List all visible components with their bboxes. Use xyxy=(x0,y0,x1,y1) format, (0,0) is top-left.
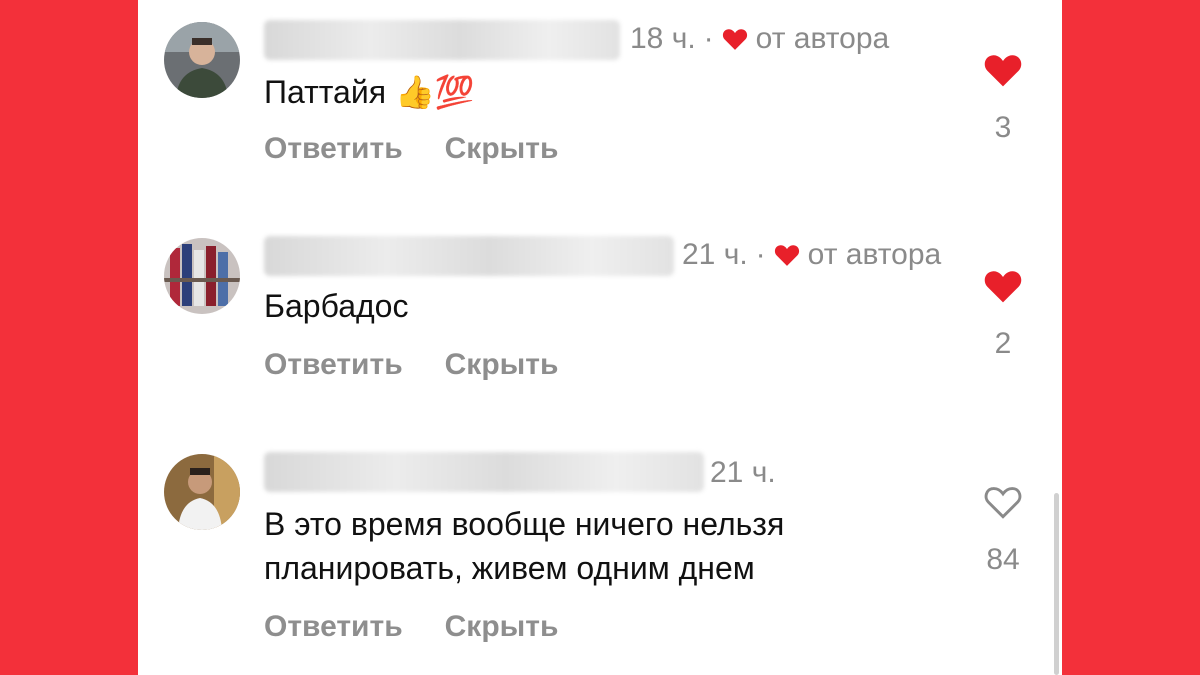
username-blurred[interactable] xyxy=(264,20,620,60)
meta-separator: · xyxy=(703,22,714,55)
hide-button[interactable]: Скрыть xyxy=(445,610,559,644)
comment-meta: 21 ч. · от автора xyxy=(682,238,941,272)
hide-button[interactable]: Скрыть xyxy=(445,132,559,166)
comment-text: Барбадос xyxy=(264,288,409,324)
comment-actions: Ответить Скрыть xyxy=(264,348,558,382)
comment-actions: Ответить Скрыть xyxy=(264,132,558,166)
comment-item: 21 ч. В это время вообще ничего нельзя п… xyxy=(138,432,1062,675)
reply-button[interactable]: Ответить xyxy=(264,132,403,166)
comment-text-line: планировать, живем одним днем xyxy=(264,550,755,586)
author-heart-icon xyxy=(774,243,800,267)
comment-item: 18 ч. · от автора Паттайя 👍💯 Ответить Ск… xyxy=(138,0,1062,200)
comment-text: Паттайя 👍💯 xyxy=(264,74,475,110)
scrollbar[interactable] xyxy=(1054,493,1059,675)
reply-button[interactable]: Ответить xyxy=(264,610,403,644)
comment-time: 21 ч. xyxy=(710,456,776,489)
like-control: 2 xyxy=(978,268,1028,361)
comment-time: 21 ч. xyxy=(682,238,748,271)
comment-meta: 18 ч. · от автора xyxy=(630,22,889,56)
like-count: 84 xyxy=(986,543,1020,576)
comment-item: 21 ч. · от автора Барбадос Ответить Скры… xyxy=(138,216,1062,416)
comment-actions: Ответить Скрыть xyxy=(264,610,558,644)
like-control: 3 xyxy=(978,52,1028,145)
like-count: 2 xyxy=(994,327,1012,360)
like-control: 84 xyxy=(978,484,1028,577)
meta-separator: · xyxy=(755,238,766,271)
reply-button[interactable]: Ответить xyxy=(264,348,403,382)
username-blurred[interactable] xyxy=(264,452,704,492)
avatar[interactable] xyxy=(164,22,240,98)
heart-filled-icon[interactable] xyxy=(983,271,1023,308)
username-blurred[interactable] xyxy=(264,236,674,276)
author-liked-label: от автора xyxy=(807,238,942,271)
author-liked-label: от автора xyxy=(755,22,890,55)
comments-panel: 18 ч. · от автора Паттайя 👍💯 Ответить Ск… xyxy=(138,0,1062,675)
heart-outline-icon[interactable] xyxy=(983,487,1023,524)
hide-button[interactable]: Скрыть xyxy=(445,348,559,382)
author-heart-icon xyxy=(722,27,748,51)
comment-meta: 21 ч. xyxy=(710,456,776,490)
comment-text: В это время вообще ничего нельзя планиро… xyxy=(264,502,784,590)
like-count: 3 xyxy=(994,111,1012,144)
heart-filled-icon[interactable] xyxy=(983,55,1023,92)
comment-text-line: В это время вообще ничего нельзя xyxy=(264,506,785,542)
comment-time: 18 ч. xyxy=(630,22,696,55)
avatar[interactable] xyxy=(164,454,240,530)
avatar[interactable] xyxy=(164,238,240,314)
